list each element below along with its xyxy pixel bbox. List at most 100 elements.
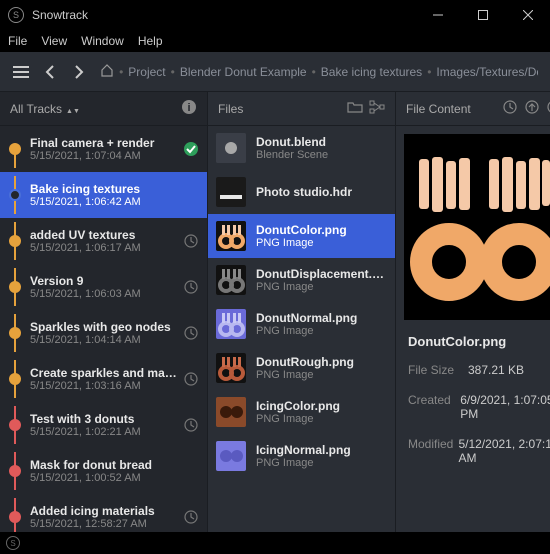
track-time: 5/15/2021, 1:00:52 AM bbox=[30, 472, 195, 484]
menu-window[interactable]: Window bbox=[81, 34, 124, 48]
home-icon[interactable] bbox=[100, 63, 114, 80]
commit-dot-icon bbox=[9, 281, 21, 293]
main-area: All Tracks▲▼ i Final camera + render5/15… bbox=[0, 92, 550, 532]
track-title: Added icing materials bbox=[30, 504, 179, 518]
file-type: PNG Image bbox=[256, 237, 387, 249]
file-thumbnail bbox=[216, 265, 246, 295]
file-type: PNG Image bbox=[256, 325, 387, 337]
commit-dot-icon bbox=[9, 373, 21, 385]
app-title: Snowtrack bbox=[32, 8, 88, 22]
file-item[interactable]: Donut.blendBlender Scene bbox=[208, 126, 395, 170]
track-item[interactable]: Create sparkles and material5/15/2021, 1… bbox=[0, 356, 207, 402]
back-button[interactable] bbox=[41, 62, 58, 82]
file-item[interactable]: DonutDisplacement.pngPNG Image bbox=[208, 258, 395, 302]
history-icon bbox=[183, 509, 199, 525]
commit-dot-icon bbox=[9, 327, 21, 339]
crumb-path[interactable]: Images/Textures/DonutColor.pn bbox=[436, 65, 538, 79]
file-item[interactable]: DonutNormal.pngPNG Image bbox=[208, 302, 395, 346]
track-title: Bake icing textures bbox=[30, 182, 195, 196]
track-item[interactable]: added UV textures5/15/2021, 1:06:17 AM bbox=[0, 218, 207, 264]
history-icon[interactable] bbox=[502, 99, 518, 118]
menu-file[interactable]: File bbox=[8, 34, 27, 48]
close-button[interactable] bbox=[505, 0, 550, 30]
upload-icon[interactable] bbox=[524, 99, 540, 118]
statusbar: S bbox=[0, 532, 550, 554]
file-thumbnail bbox=[216, 221, 246, 251]
crumb-project[interactable]: Project bbox=[128, 65, 165, 79]
file-item[interactable]: IcingNormal.pngPNG Image bbox=[208, 434, 395, 478]
track-item[interactable]: Version 95/15/2021, 1:06:03 AM bbox=[0, 264, 207, 310]
file-type: PNG Image bbox=[256, 457, 387, 469]
files-panel: Files Donut.blendBlender Scene Photo stud… bbox=[208, 92, 396, 532]
track-item[interactable]: Added icing materials5/15/2021, 12:58:27… bbox=[0, 494, 207, 532]
history-icon bbox=[183, 279, 199, 295]
commit-dot-icon bbox=[9, 511, 21, 523]
info-icon[interactable]: i bbox=[181, 99, 197, 118]
files-header-label: Files bbox=[218, 102, 341, 116]
track-title: Test with 3 donuts bbox=[30, 412, 179, 426]
track-title: added UV textures bbox=[30, 228, 179, 242]
folder-icon[interactable] bbox=[347, 100, 363, 117]
history-icon bbox=[183, 325, 199, 341]
crumb-example[interactable]: Blender Donut Example bbox=[180, 65, 307, 79]
svg-text:i: i bbox=[187, 102, 190, 114]
track-time: 5/15/2021, 1:04:14 AM bbox=[30, 334, 179, 346]
track-time: 5/15/2021, 12:58:27 AM bbox=[30, 518, 179, 530]
hamburger-icon[interactable] bbox=[12, 62, 29, 82]
track-item[interactable]: Sparkles with geo nodes5/15/2021, 1:04:1… bbox=[0, 310, 207, 356]
menu-help[interactable]: Help bbox=[138, 34, 163, 48]
preview-filename: DonutColor.png bbox=[396, 328, 550, 355]
file-item[interactable]: IcingColor.pngPNG Image bbox=[208, 390, 395, 434]
track-time: 5/15/2021, 1:06:42 AM bbox=[30, 196, 195, 208]
file-type: Blender Scene bbox=[256, 149, 387, 161]
file-name: IcingColor.png bbox=[256, 399, 387, 413]
track-time: 5/15/2021, 1:03:16 AM bbox=[30, 380, 179, 392]
file-thumbnail bbox=[216, 177, 246, 207]
minimize-button[interactable] bbox=[415, 0, 460, 30]
tracks-panel: All Tracks▲▼ i Final camera + render5/15… bbox=[0, 92, 208, 532]
status-icon[interactable]: S bbox=[6, 536, 20, 550]
file-name: Photo studio.hdr bbox=[256, 185, 387, 199]
track-title: Create sparkles and material bbox=[30, 366, 179, 380]
breadcrumb: • Project • Blender Donut Example • Bake… bbox=[100, 63, 538, 80]
track-item[interactable]: Bake icing textures5/15/2021, 1:06:42 AM bbox=[0, 172, 207, 218]
meta-created: Created 6/9/2021, 1:07:05 PM bbox=[396, 385, 550, 429]
sort-icon: ▲▼ bbox=[66, 109, 80, 114]
file-item[interactable]: Photo studio.hdr bbox=[208, 170, 395, 214]
file-name: DonutRough.png bbox=[256, 355, 387, 369]
meta-modified: Modified 5/12/2021, 2:07:14 AM bbox=[396, 429, 550, 473]
crumb-commit[interactable]: Bake icing textures bbox=[321, 65, 422, 79]
track-item[interactable]: Final camera + render5/15/2021, 1:07:04 … bbox=[0, 126, 207, 172]
titlebar: S Snowtrack bbox=[0, 0, 550, 30]
track-item[interactable]: Mask for donut bread5/15/2021, 1:00:52 A… bbox=[0, 448, 207, 494]
maximize-button[interactable] bbox=[460, 0, 505, 30]
file-preview bbox=[404, 134, 550, 320]
file-item[interactable]: DonutColor.pngPNG Image bbox=[208, 214, 395, 258]
file-type: PNG Image bbox=[256, 413, 387, 425]
file-name: IcingNormal.png bbox=[256, 443, 387, 457]
file-name: DonutNormal.png bbox=[256, 311, 387, 325]
file-thumbnail bbox=[216, 353, 246, 383]
file-type: PNG Image bbox=[256, 281, 387, 293]
tracks-list[interactable]: Final camera + render5/15/2021, 1:07:04 … bbox=[0, 126, 207, 532]
commit-dot-icon bbox=[9, 465, 21, 477]
track-item[interactable]: Test with 3 donuts5/15/2021, 1:02:21 AM bbox=[0, 402, 207, 448]
file-thumbnail bbox=[216, 309, 246, 339]
meta-size: File Size 387.21 KB bbox=[396, 355, 550, 385]
track-time: 5/15/2021, 1:06:17 AM bbox=[30, 242, 179, 254]
app-icon: S bbox=[8, 7, 24, 23]
tracks-header-label[interactable]: All Tracks▲▼ bbox=[10, 102, 175, 116]
download-icon[interactable] bbox=[546, 99, 550, 118]
tree-view-icon[interactable] bbox=[369, 100, 385, 117]
menu-view[interactable]: View bbox=[41, 34, 67, 48]
menubar: File View Window Help bbox=[0, 30, 550, 52]
content-header: File Content bbox=[396, 92, 550, 126]
files-list[interactable]: Donut.blendBlender Scene Photo studio.hdr… bbox=[208, 126, 395, 532]
commit-dot-icon bbox=[9, 419, 21, 431]
file-item[interactable]: DonutRough.pngPNG Image bbox=[208, 346, 395, 390]
commit-dot-icon bbox=[9, 235, 21, 247]
track-title: Sparkles with geo nodes bbox=[30, 320, 179, 334]
content-panel: File Content bbox=[396, 92, 550, 532]
track-time: 5/15/2021, 1:06:03 AM bbox=[30, 288, 179, 300]
forward-button[interactable] bbox=[71, 62, 88, 82]
